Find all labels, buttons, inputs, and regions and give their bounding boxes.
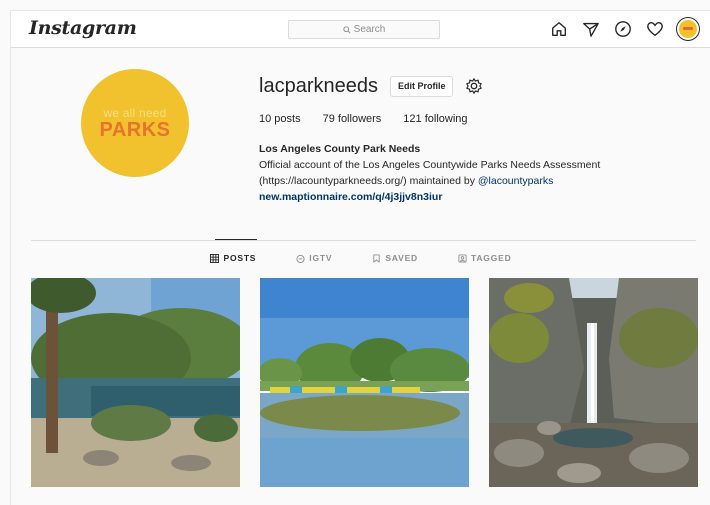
- tab-saved[interactable]: SAVED: [372, 253, 418, 263]
- tab-igtv-label: IGTV: [309, 253, 333, 263]
- nav-icons: [549, 18, 699, 40]
- posts-count: 10 posts: [259, 113, 301, 125]
- top-nav: Instagram Search: [11, 11, 710, 48]
- bookmark-icon: [373, 253, 380, 263]
- search-input[interactable]: Search: [288, 20, 440, 39]
- direct-icon[interactable]: [581, 19, 601, 39]
- profile-tabs: POSTS IGTV SAVED TAGGED: [11, 253, 710, 263]
- instagram-logo[interactable]: Instagram: [29, 17, 137, 39]
- username-row: lacparkneeds Edit Profile: [259, 73, 483, 99]
- bio-line-2: (https://lacountyparkneeds.org/) maintai…: [259, 173, 659, 189]
- username: lacparkneeds: [259, 74, 378, 97]
- tag-icon: [458, 253, 467, 263]
- tab-igtv[interactable]: IGTV: [296, 253, 332, 263]
- home-icon[interactable]: [549, 19, 569, 39]
- explore-icon[interactable]: [613, 19, 633, 39]
- search-icon: [342, 25, 351, 34]
- profile-bio: Los Angeles County Park Needs Official a…: [259, 141, 659, 205]
- post-thumbnail[interactable]: [31, 278, 240, 487]
- post-image-waterfall: [489, 278, 698, 487]
- tab-saved-label: SAVED: [385, 253, 418, 263]
- profile-stats: 10 posts 79 followers 121 following: [259, 113, 468, 125]
- profile-avatar[interactable]: we all need PARKS: [81, 69, 189, 177]
- post-image-paddle-boats: [260, 278, 469, 487]
- activity-icon[interactable]: [645, 19, 665, 39]
- search-placeholder: Search: [353, 24, 386, 35]
- avatar-logo-big: PARKS: [99, 118, 171, 141]
- avatar[interactable]: [677, 18, 699, 40]
- full-name: Los Angeles County Park Needs: [259, 143, 421, 155]
- mention-link[interactable]: @lacountyparks: [478, 175, 553, 187]
- following-link[interactable]: 121 following: [403, 113, 467, 125]
- post-image-park-lake: [31, 278, 240, 487]
- post-thumbnail[interactable]: [489, 278, 698, 487]
- bio-line-1: Official account of the Los Angeles Coun…: [259, 159, 601, 171]
- grid-icon: [210, 253, 220, 263]
- tab-posts[interactable]: POSTS: [210, 253, 256, 263]
- edit-profile-button[interactable]: Edit Profile: [389, 75, 454, 97]
- tab-posts-label: POSTS: [223, 253, 257, 263]
- page-frame: Instagram Search we all need PARKS lacpa…: [10, 10, 710, 505]
- followers-link[interactable]: 79 followers: [323, 113, 382, 125]
- active-tab-indicator: [215, 239, 257, 240]
- tab-tagged-label: TAGGED: [470, 253, 512, 263]
- divider: [31, 240, 696, 241]
- bio-line-2-prefix: (https://lacountyparkneeds.org/) maintai…: [259, 175, 478, 187]
- settings-gear-icon[interactable]: [465, 77, 483, 95]
- igtv-icon: [296, 254, 305, 263]
- website-link[interactable]: new.maptionnaire.com/q/4j3jjv8n3iur: [259, 189, 659, 205]
- posts-grid: [31, 278, 698, 487]
- tab-tagged[interactable]: TAGGED: [458, 253, 512, 263]
- avatar-logo-small: we all need: [103, 105, 167, 120]
- post-thumbnail[interactable]: [260, 278, 469, 487]
